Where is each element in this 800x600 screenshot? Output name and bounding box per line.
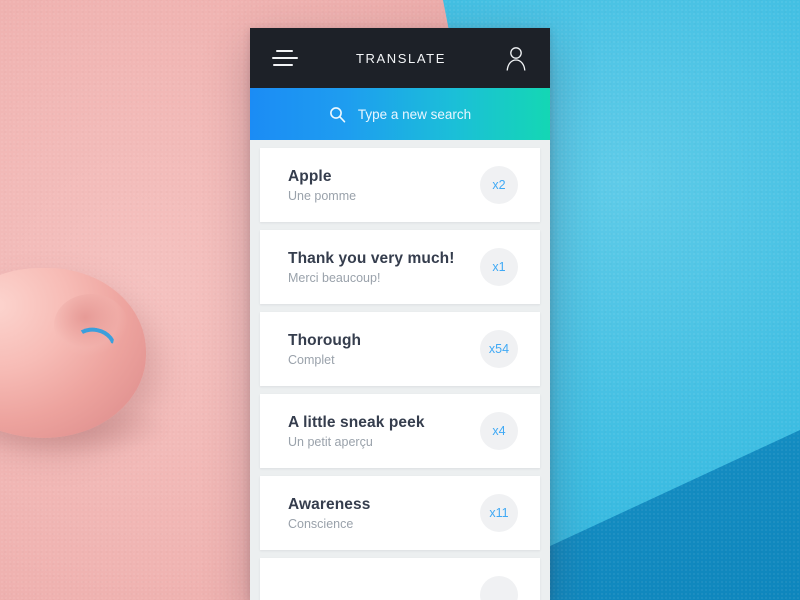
row-title: Awareness: [288, 495, 371, 513]
status-badge[interactable]: x4: [480, 412, 518, 450]
row-subtitle: Merci beaucoup!: [288, 270, 381, 285]
app-top-bar: TRANSLATE: [250, 28, 550, 88]
hamburger-icon[interactable]: [272, 47, 298, 69]
hamburger-line-2: [272, 57, 298, 59]
status-badge[interactable]: x11: [480, 494, 518, 532]
table-row[interactable]: Thank you very much! Merci beaucoup! x1: [260, 230, 540, 304]
search-icon: [329, 106, 346, 123]
row-subtitle: Un petit aperçu: [288, 434, 373, 449]
status-badge[interactable]: x54: [480, 330, 518, 368]
table-row[interactable]: Apple Une pomme x2: [260, 148, 540, 222]
search-input[interactable]: Type a new search: [358, 107, 471, 122]
row-subtitle: Une pomme: [288, 188, 357, 203]
status-badge[interactable]: x2: [480, 166, 518, 204]
row-title: Apple: [288, 167, 332, 185]
hamburger-line-3: [273, 64, 293, 66]
status-badge[interactable]: [480, 576, 518, 600]
status-badge[interactable]: x1: [480, 248, 518, 286]
table-row[interactable]: [260, 558, 540, 600]
table-row[interactable]: Thorough Complet x54: [260, 312, 540, 386]
row-texts: Thank you very much! Merci beaucoup!: [288, 250, 455, 285]
hamburger-line-1: [276, 50, 293, 52]
row-subtitle: Complet: [288, 352, 335, 367]
user-avatar-icon[interactable]: [504, 45, 528, 71]
table-row[interactable]: Awareness Conscience x11: [260, 476, 540, 550]
row-subtitle: Conscience: [288, 516, 354, 531]
page-title: TRANSLATE: [355, 50, 446, 66]
row-texts: A little sneak peek Un petit aperçu: [288, 414, 425, 449]
apple-dimple: [54, 294, 128, 356]
row-title: Thorough: [288, 331, 362, 349]
row-texts: Thorough Complet: [288, 332, 361, 367]
phone-screen: TRANSLATE Type a new search Apple Une po…: [250, 28, 550, 600]
row-title: Thank you very much!: [288, 249, 455, 267]
row-texts: Awareness Conscience: [288, 496, 370, 531]
search-bar[interactable]: Type a new search: [250, 88, 550, 140]
table-row[interactable]: A little sneak peek Un petit aperçu x4: [260, 394, 540, 468]
translation-list: Apple Une pomme x2 Thank you very much! …: [250, 148, 550, 600]
row-title: A little sneak peek: [288, 413, 425, 431]
row-texts: Apple Une pomme: [288, 168, 356, 203]
scene-backdrop: TRANSLATE Type a new search Apple Une po…: [0, 0, 800, 600]
